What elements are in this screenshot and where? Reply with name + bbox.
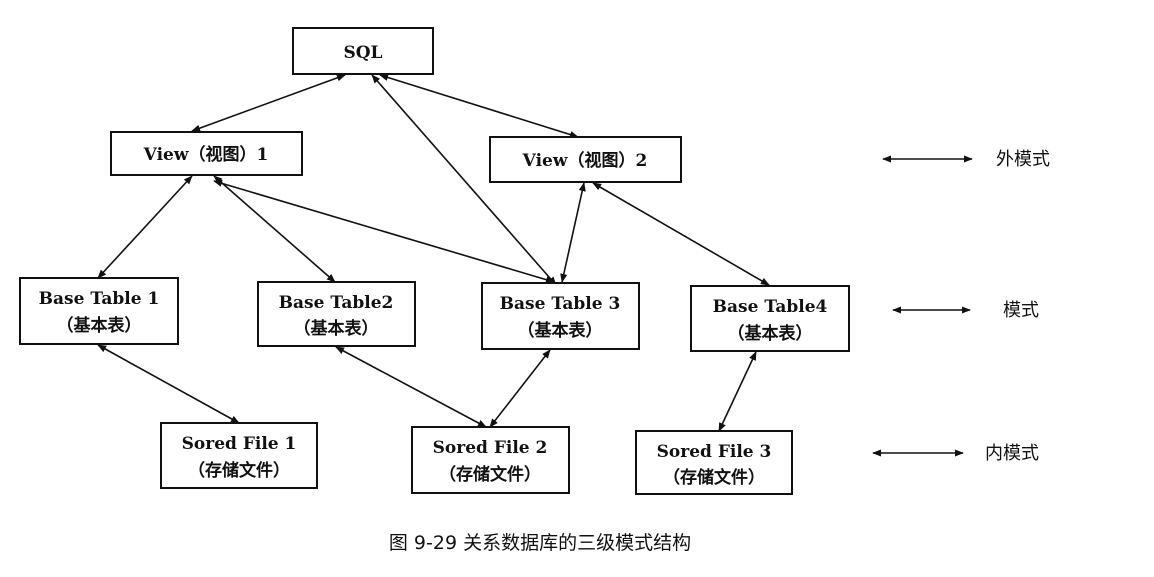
node-view2-label: View（视图）2 [522, 150, 648, 171]
node-sored-file-2-label: Sored File 2 [433, 438, 548, 458]
node-sql: SQL [292, 27, 434, 75]
legend-label-internal: 内模式 [985, 443, 1039, 464]
node-view1-label: View（视图）1 [143, 144, 269, 165]
edge-base1-file1 [97, 344, 240, 424]
node-sored-file-3: Sored File 3 （存储文件） [635, 430, 793, 495]
node-base-table-2-label: Base Table2 [279, 293, 394, 313]
node-base-table-4-sublabel: （基本表） [728, 323, 813, 344]
edge-view1-base1 [97, 175, 193, 279]
edge-sql-view1 [191, 74, 346, 132]
node-sored-file-1: Sored File 1 （存储文件） [160, 422, 318, 489]
nodes: SQL View（视图）1 View（视图）2 Base Table 1 （基本… [19, 27, 850, 495]
node-base-table-3-sublabel: （基本表） [518, 320, 603, 341]
node-base-table-2: Base Table2 （基本表） [257, 281, 416, 347]
edge-view1-base3 [213, 179, 555, 284]
edge-base3-file2 [489, 349, 551, 428]
node-base-table-3-label: Base Table 3 [500, 294, 621, 314]
node-base-table-1-sublabel: （基本表） [57, 315, 142, 336]
node-base-table-2-sublabel: （基本表） [294, 318, 379, 339]
legend-label-conceptual: 模式 [1003, 300, 1039, 321]
node-base-table-4: Base Table4 （基本表） [690, 285, 850, 352]
node-sored-file-3-sublabel: （存储文件） [663, 467, 765, 488]
edge-view2-base3 [560, 182, 586, 283]
edge-view1-base2 [213, 175, 336, 283]
node-sored-file-3-label: Sored File 3 [657, 442, 772, 462]
node-sored-file-2: Sored File 2 （存储文件） [411, 426, 570, 494]
node-sored-file-2-sublabel: （存储文件） [439, 464, 541, 485]
three-schema-diagram: SQL View（视图）1 View（视图）2 Base Table 1 （基本… [19, 27, 1050, 554]
figure-caption: 图 9-29 关系数据库的三级模式结构 [389, 532, 691, 554]
node-base-table-3: Base Table 3 （基本表） [481, 282, 640, 350]
node-view1: View（视图）1 [110, 131, 303, 176]
node-base-table-4-label: Base Table4 [713, 297, 828, 317]
edge-view2-base4 [592, 182, 770, 286]
edge-sql-view2 [379, 73, 579, 139]
edge-base2-file2 [335, 346, 487, 428]
node-base-table-1-label: Base Table 1 [39, 289, 160, 309]
node-sored-file-1-sublabel: （存储文件） [188, 460, 290, 481]
node-view2: View（视图）2 [489, 136, 682, 183]
edge-base4-file3 [718, 351, 757, 432]
legend: 外模式 模式 内模式 [872, 149, 1050, 464]
node-base-table-1: Base Table 1 （基本表） [19, 277, 179, 345]
edges [97, 73, 770, 432]
legend-label-external: 外模式 [996, 149, 1050, 170]
node-sql-label: SQL [343, 43, 382, 63]
node-sored-file-1-label: Sored File 1 [182, 434, 297, 454]
